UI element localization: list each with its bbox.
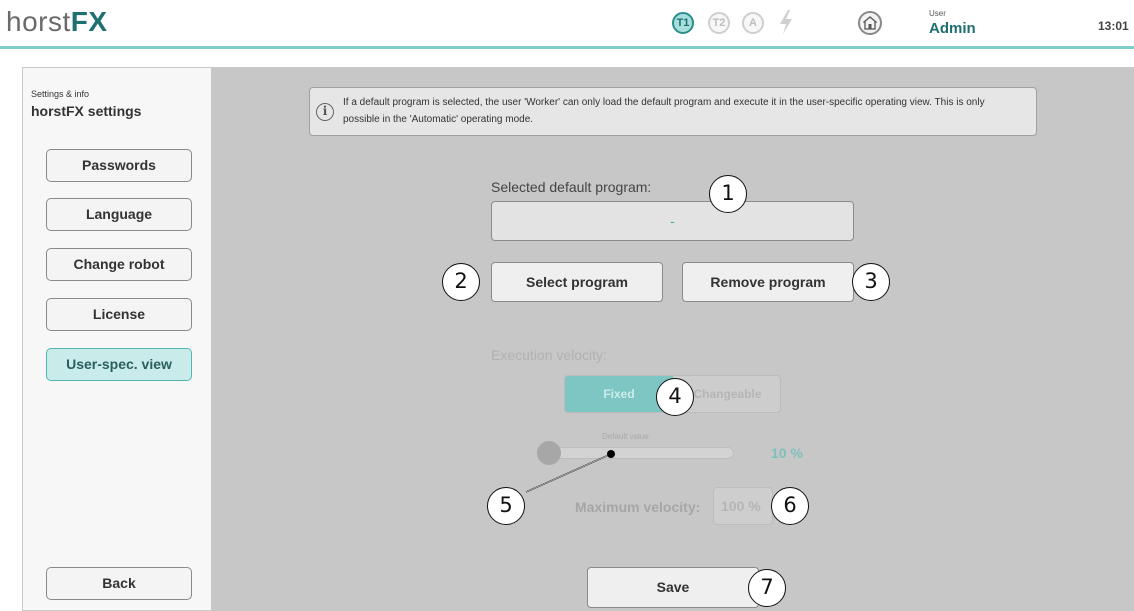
info-icon: i	[316, 103, 334, 121]
home-icon	[863, 16, 877, 30]
back-button[interactable]: Back	[46, 567, 192, 600]
home-button[interactable]	[858, 11, 882, 35]
max-velocity-label: Maximum velocity:	[575, 499, 701, 515]
app-logo: horstFX	[6, 6, 108, 38]
user-name[interactable]: Admin	[929, 20, 976, 37]
execution-velocity-label: Execution velocity:	[491, 347, 607, 363]
default-value-readout: 10 %	[771, 445, 803, 461]
save-button[interactable]: Save	[587, 567, 759, 608]
callout-1: 1	[709, 175, 747, 213]
app-header: horstFX T1 T2 A User Admin 13:01	[0, 0, 1134, 49]
sidebar-item-passwords[interactable]: Passwords	[46, 149, 192, 182]
user-caption: User	[929, 9, 946, 18]
callout-7: 7	[748, 569, 786, 607]
callout-3: 3	[852, 263, 890, 301]
select-program-button[interactable]: Select program	[491, 262, 663, 302]
mode-t1-indicator[interactable]: T1	[672, 12, 694, 34]
slider-handle[interactable]	[537, 441, 561, 465]
callout-6: 6	[771, 487, 809, 525]
mode-t2-indicator[interactable]: T2	[708, 12, 730, 34]
sidebar-item-change-robot[interactable]: Change robot	[46, 248, 192, 281]
callout-2: 2	[442, 263, 480, 301]
power-bolt-icon	[780, 10, 792, 34]
default-value-label: Default value:	[602, 432, 651, 441]
clock: 13:01	[1098, 19, 1129, 33]
sidebar-caption: Settings & info	[31, 89, 90, 99]
main-panel: i If a default program is selected, the …	[212, 67, 1134, 611]
info-text: If a default program is selected, the us…	[343, 97, 985, 125]
sidebar-item-user-spec-view[interactable]: User-spec. view	[46, 348, 192, 381]
logo-bold-text: FX	[70, 6, 108, 37]
max-velocity-input[interactable]: 100 %	[713, 487, 773, 525]
mode-automatic-indicator[interactable]: A	[742, 12, 764, 34]
sidebar-item-language[interactable]: Language	[46, 198, 192, 231]
settings-sidebar: Settings & info horstFX settings Passwor…	[22, 67, 212, 611]
default-velocity-slider[interactable]	[540, 447, 734, 459]
sidebar-title: horstFX settings	[31, 103, 142, 119]
callout-4: 4	[656, 378, 694, 416]
default-program-field: -	[491, 201, 854, 241]
logo-light-text: horst	[6, 6, 71, 37]
info-box: i If a default program is selected, the …	[309, 87, 1037, 136]
default-program-label: Selected default program:	[491, 179, 652, 195]
sidebar-item-license[interactable]: License	[46, 298, 192, 331]
remove-program-button[interactable]: Remove program	[682, 262, 854, 302]
callout-5: 5	[487, 487, 525, 525]
